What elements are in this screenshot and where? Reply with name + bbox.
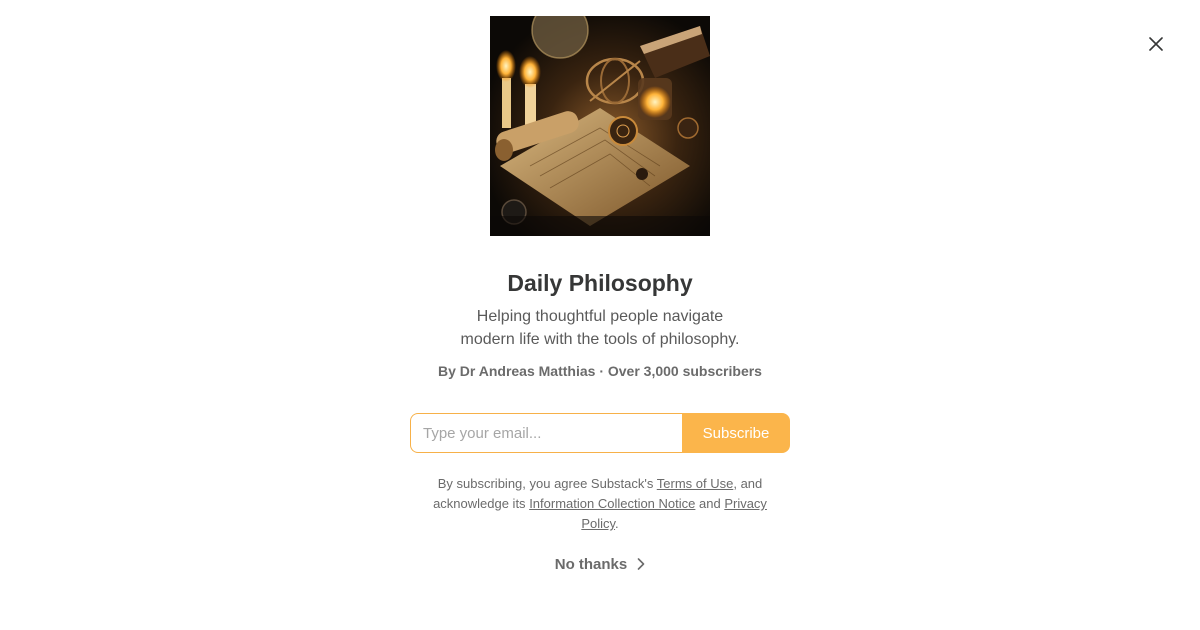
terms-of-use-link[interactable]: Terms of Use <box>657 476 734 491</box>
author-byline: By Dr Andreas Matthias · Over 3,000 subs… <box>438 363 762 379</box>
email-input[interactable] <box>410 413 682 453</box>
subscribe-modal: Daily Philosophy Helping thoughtful peop… <box>0 0 1200 630</box>
legal-text: . <box>615 516 619 531</box>
chevron-right-icon <box>637 558 645 570</box>
legal-text: and <box>695 496 725 511</box>
subscribe-button[interactable]: Subscribe <box>682 413 790 453</box>
close-button[interactable] <box>1144 32 1168 56</box>
no-thanks-button[interactable]: No thanks <box>500 553 700 575</box>
close-icon <box>1149 37 1163 51</box>
description-line: modern life with the tools of philosophy… <box>460 331 740 348</box>
publication-title: Daily Philosophy <box>507 270 693 296</box>
information-collection-notice-link[interactable]: Information Collection Notice <box>529 496 695 511</box>
no-thanks-label: No thanks <box>554 555 628 573</box>
subscribe-form: Subscribe <box>410 413 790 453</box>
legal-text: By subscribing, you agree Substack's <box>437 476 657 491</box>
publication-description: Helping thoughtful people navigate moder… <box>400 305 800 351</box>
publication-cover-image <box>490 16 710 236</box>
description-line: Helping thoughtful people navigate <box>476 308 724 325</box>
legal-notice: By subscribing, you agree Substack's Ter… <box>420 474 780 534</box>
